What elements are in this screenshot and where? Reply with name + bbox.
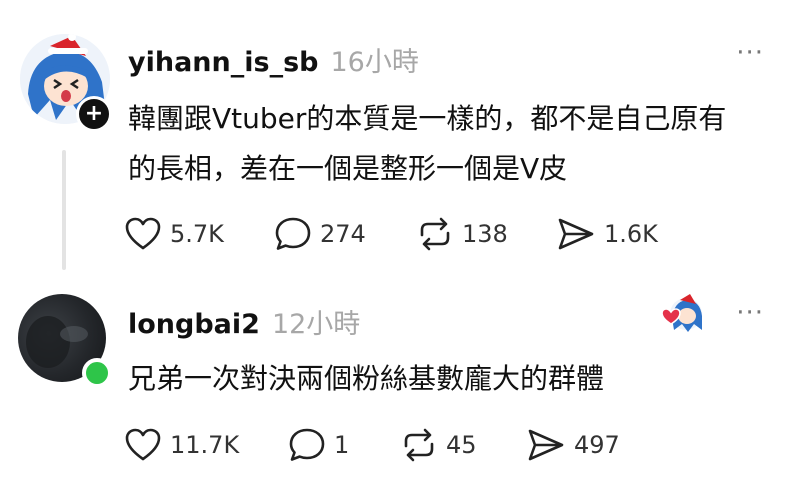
liked-by-author-avatar <box>660 294 704 338</box>
comment-icon <box>275 217 311 250</box>
like-button[interactable]: 5.7K <box>124 214 224 254</box>
content-line: 韓團跟Vtuber的本質是一樣的，都不是自己原有 <box>128 102 727 135</box>
like-button[interactable]: 11.7K <box>124 425 239 465</box>
content-line: 的長相，差在一個是整形一個是V皮 <box>128 152 568 185</box>
post-header: longbai2 12小時 <box>128 302 360 341</box>
post-1: + yihann_is_sb 16小時 ··· 韓團跟Vtuber的本質是一樣的… <box>0 0 800 280</box>
timestamp: 12小時 <box>271 309 361 340</box>
share-button[interactable]: 1.6K <box>556 214 658 254</box>
more-icon[interactable]: ··· <box>736 300 764 326</box>
username[interactable]: longbai2 <box>128 309 260 340</box>
reply-button[interactable]: 1 <box>288 425 349 465</box>
repost-button[interactable]: 45 <box>400 425 477 465</box>
action-bar: 5.7K 274 138 1.6K <box>124 214 684 254</box>
more-icon[interactable]: ··· <box>736 40 764 66</box>
heart-icon <box>125 217 161 250</box>
heart-icon <box>125 428 161 461</box>
share-icon <box>528 429 564 461</box>
share-icon <box>558 218 594 250</box>
repost-count: 138 <box>462 220 508 248</box>
username[interactable]: yihann_is_sb <box>128 47 318 78</box>
action-bar: 11.7K 1 45 497 <box>124 425 684 465</box>
repost-count: 45 <box>446 431 477 459</box>
reply-count: 1 <box>334 431 350 459</box>
thread-line <box>62 150 66 270</box>
timestamp: 16小時 <box>330 47 419 78</box>
repost-icon <box>404 428 434 462</box>
post-content: 韓團跟Vtuber的本質是一樣的，都不是自己原有 的長相，差在一個是整形一個是V… <box>128 94 768 194</box>
share-button[interactable]: 497 <box>526 425 620 465</box>
post-content: 兄弟一次對決兩個粉絲基數龐大的群體 <box>128 354 768 404</box>
content-line: 兄弟一次對決兩個粉絲基數龐大的群體 <box>128 362 605 395</box>
share-count: 497 <box>574 431 620 459</box>
online-status-dot <box>82 358 112 388</box>
reply-count: 274 <box>320 220 366 248</box>
share-count: 1.6K <box>604 220 658 248</box>
repost-icon <box>420 217 450 251</box>
comment-icon <box>289 428 325 461</box>
follow-plus-button[interactable]: + <box>76 96 112 132</box>
repost-button[interactable]: 138 <box>416 214 508 254</box>
reply-button[interactable]: 274 <box>274 214 366 254</box>
like-count: 5.7K <box>170 220 224 248</box>
post-2: longbai2 12小時 ··· 兄弟一次對決兩個粉絲基數龐大的群體 11.7… <box>0 280 800 493</box>
like-count: 11.7K <box>170 431 240 459</box>
post-header: yihann_is_sb 16小時 <box>128 40 419 79</box>
